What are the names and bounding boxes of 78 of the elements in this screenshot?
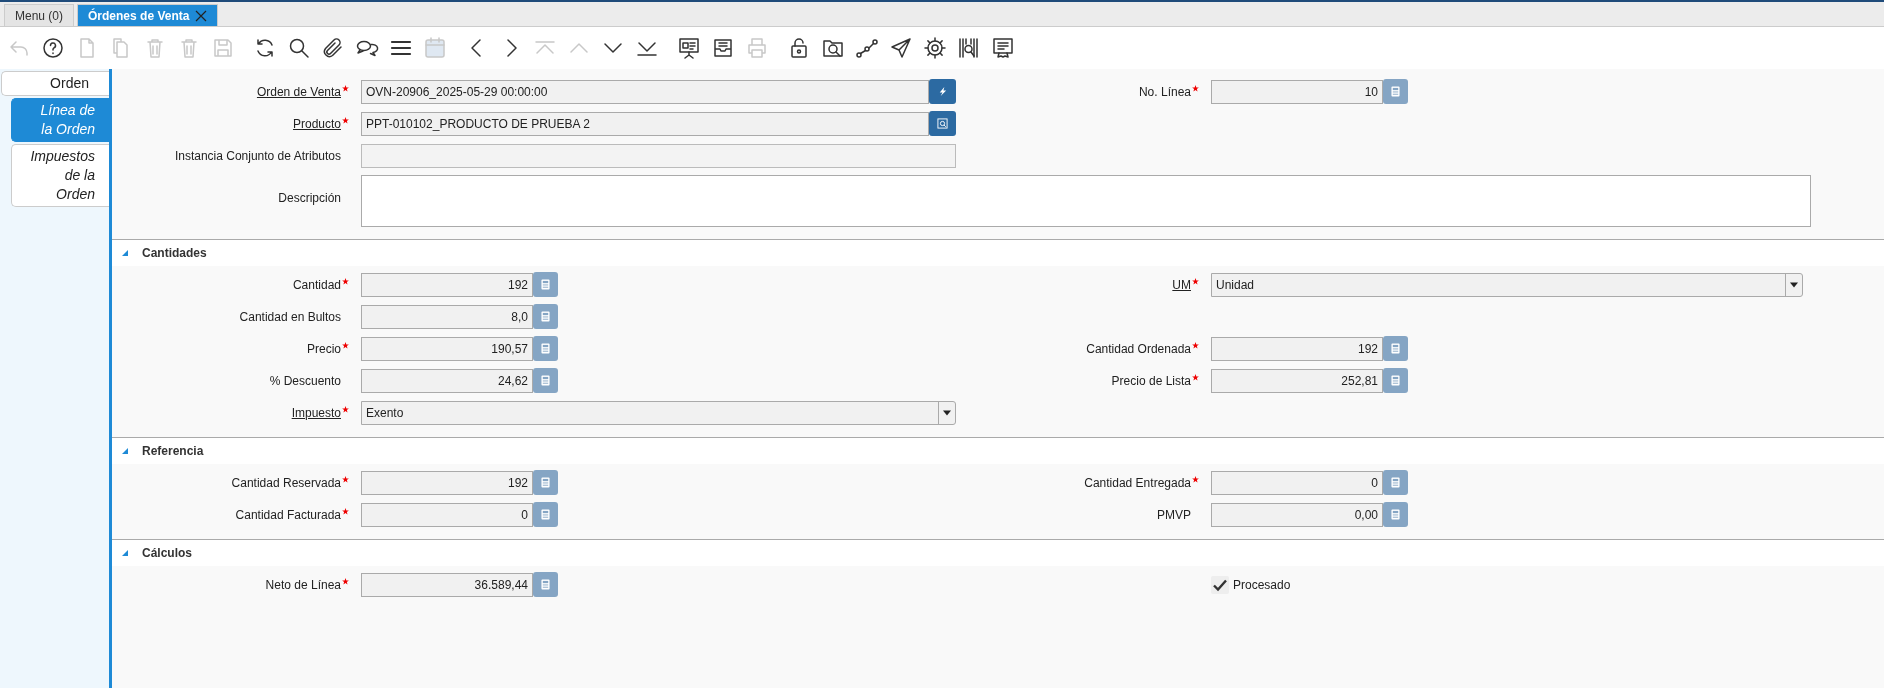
calculator-icon: [541, 509, 550, 520]
triangle-icon: [122, 448, 128, 454]
checkbox[interactable]: [1211, 575, 1229, 594]
number-field[interactable]: 36.589,44: [361, 572, 533, 597]
search-button[interactable]: [929, 111, 956, 136]
field-label[interactable]: Producto: [292, 116, 341, 131]
calculator-button[interactable]: [1383, 368, 1408, 393]
detail-tab[interactable]: Línea de la Orden: [11, 98, 109, 142]
calculator-icon: [541, 311, 550, 322]
lightning-icon: [937, 86, 948, 97]
field-label: Cantidad Ordenada: [1086, 341, 1191, 356]
field-label: PMVP: [1157, 507, 1191, 522]
field-label: Precio de Lista: [1111, 373, 1191, 388]
text-field[interactable]: PPT-010102_PRODUCTO DE PRUEBA 2: [361, 111, 929, 136]
calculator-icon: [1391, 477, 1400, 488]
calculator-button[interactable]: [533, 304, 558, 329]
calculator-icon: [541, 279, 550, 290]
calculator-icon: [541, 343, 550, 354]
calculator-icon: [541, 375, 550, 386]
field-label: Cantidad Facturada: [235, 507, 341, 522]
section-header[interactable]: Cantidades: [112, 239, 1884, 266]
field-label: No. Línea: [1138, 84, 1191, 99]
number-field[interactable]: 190,57: [361, 336, 533, 361]
number-field[interactable]: 8,0: [361, 304, 533, 329]
field-label[interactable]: Orden de Venta: [256, 84, 341, 99]
number-field[interactable]: 24,62: [361, 368, 533, 393]
number-field[interactable]: 252,81: [1211, 368, 1383, 393]
checkbox-label: Procesado: [1233, 577, 1291, 592]
window-tab[interactable]: Órdenes de Venta: [77, 4, 219, 26]
text-field[interactable]: OVN-20906_2025-05-29 00:00:00: [361, 79, 929, 104]
triangle-icon: [122, 250, 128, 256]
detail-tab[interactable]: Impuestos de la Orden: [11, 144, 109, 207]
description-field[interactable]: [361, 175, 1811, 227]
calculator-button[interactable]: [533, 272, 558, 297]
window-tab[interactable]: Menu (0): [4, 4, 75, 26]
field-label: Cantidad: [292, 277, 341, 292]
calculator-icon: [1391, 86, 1400, 97]
field-label: Neto de Línea: [265, 577, 341, 592]
text-field[interactable]: [361, 143, 956, 168]
calculator-button[interactable]: [533, 470, 558, 495]
field-label: % Descuento: [269, 373, 341, 388]
calculator-icon: [541, 579, 550, 590]
field-label: Descripción: [278, 191, 341, 205]
calculator-icon: [1391, 375, 1400, 386]
calculator-button[interactable]: [1383, 470, 1408, 495]
field-label: Cantidad Entregada: [1084, 475, 1191, 490]
field-label[interactable]: UM: [1172, 277, 1191, 292]
section-header[interactable]: Referencia: [112, 437, 1884, 464]
detail-tab[interactable]: Orden: [1, 71, 109, 96]
calculator-icon: [1391, 509, 1400, 520]
field-label: Precio: [307, 341, 341, 356]
search-icon: [937, 118, 948, 129]
number-field[interactable]: 0: [361, 502, 533, 527]
close-icon[interactable]: [195, 9, 208, 22]
number-field[interactable]: 192: [1211, 336, 1383, 361]
calculator-button[interactable]: [533, 572, 558, 597]
number-field[interactable]: 0: [1211, 470, 1383, 495]
field-label: Instancia Conjunto de Atributos: [174, 148, 341, 163]
zoom-button[interactable]: [929, 79, 956, 104]
section-header[interactable]: Cálculos: [112, 539, 1884, 566]
dropdown-field[interactable]: Exento: [361, 400, 956, 425]
calculator-button[interactable]: [1383, 79, 1408, 104]
triangle-icon: [122, 550, 128, 556]
dropdown-field[interactable]: Unidad: [1211, 272, 1803, 297]
calculator-button[interactable]: [533, 502, 558, 527]
number-field[interactable]: 192: [361, 272, 533, 297]
calculator-button[interactable]: [1383, 336, 1408, 361]
calculator-icon: [1391, 343, 1400, 354]
calculator-button[interactable]: [533, 336, 558, 361]
field-label: Cantidad en Bultos: [239, 309, 341, 324]
calculator-icon: [541, 477, 550, 488]
number-field[interactable]: 10: [1211, 79, 1383, 104]
number-field[interactable]: 192: [361, 470, 533, 495]
field-label[interactable]: Impuesto: [291, 405, 341, 420]
field-label: Cantidad Reservada: [231, 475, 341, 490]
number-field[interactable]: 0,00: [1211, 502, 1383, 527]
calculator-button[interactable]: [533, 368, 558, 393]
calculator-button[interactable]: [1383, 502, 1408, 527]
